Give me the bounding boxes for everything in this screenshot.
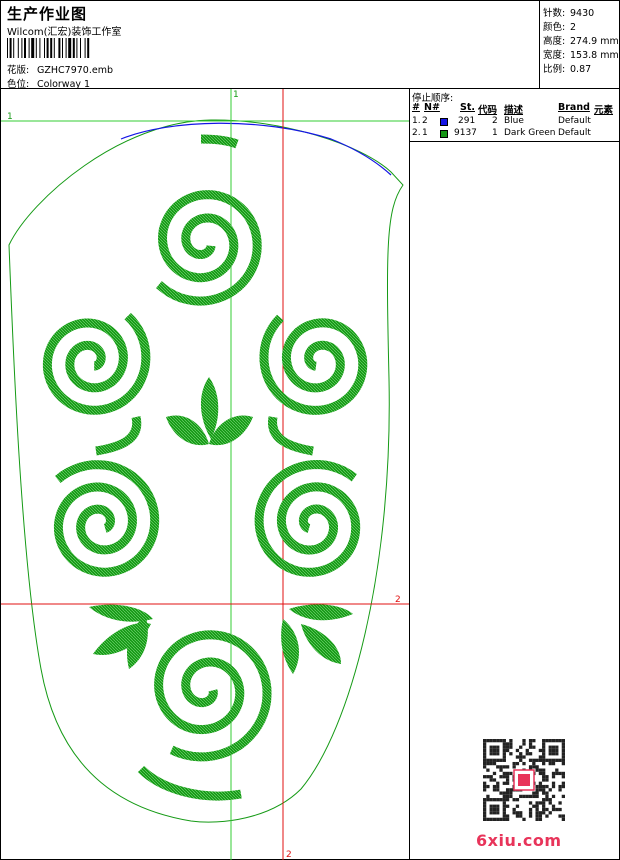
stat-height: 高度: 274.9 mm [543, 36, 619, 47]
guide-label-v2: 2 [286, 850, 292, 860]
tail-top-start [200, 134, 239, 149]
leaf-lower-right-a [289, 604, 353, 621]
tail-bottom-end [137, 765, 242, 801]
design-file-value: GZHC7970.emb [37, 65, 113, 76]
tail-left-join [95, 416, 142, 456]
header-info: 生产作业图 Wilcom(汇宏)装饰工作室 花版: GZHC7970.emb 色位… [1, 1, 540, 90]
guide-label-h1: 1 [7, 112, 13, 122]
color-swatch [440, 130, 448, 138]
stop-sequence-header: # N# St. 代码 描述 Brand 元素 [412, 102, 614, 116]
design-file-row: 花版: GZHC7970.emb [7, 62, 113, 76]
design-preview[interactable]: 1 1 2 2 [1, 89, 410, 860]
leaf-center-left [166, 415, 209, 446]
leaf-lower-left-c [126, 617, 148, 669]
leaf-lower-right-c [281, 619, 299, 674]
company-name: Wilcom(汇宏)装饰工作室 [7, 27, 122, 38]
color-swatch [440, 118, 448, 126]
watermark-text: 6xiu.com [476, 831, 562, 850]
stat-colors: 颜色: 2 [543, 22, 577, 33]
panel-divider [410, 141, 620, 142]
stat-stitches: 针数: 9430 [543, 8, 595, 19]
spiral-lower-right [254, 459, 361, 577]
spiral-mid-right [259, 314, 368, 415]
sheet-title: 生产作业图 [7, 5, 88, 23]
spiral-mid-left [42, 312, 151, 415]
stat-scale: 比例: 0.87 [543, 64, 592, 75]
spiral-top [156, 190, 262, 306]
production-sheet: 生产作业图 Wilcom(汇宏)装饰工作室 花版: GZHC7970.emb 色位… [0, 0, 620, 860]
barcode-icon [7, 38, 90, 58]
colorway-label: 色位: [7, 79, 30, 90]
embroidery-canvas: 1 1 2 2 [1, 89, 409, 860]
guide-label-v1: 1 [233, 90, 239, 100]
colorway-row: 色位: Colorway 1 [7, 76, 90, 90]
guide-label-h2: 2 [395, 595, 401, 605]
tail-right-join [268, 416, 314, 456]
design-file-label: 花版: [7, 65, 30, 76]
leaf-center [200, 377, 219, 439]
leaf-lower-right-b [301, 624, 341, 664]
stats-box: 针数: 9430 颜色: 2 高度: 274.9 mm 宽度: 153.8 mm 比例:… [540, 1, 620, 89]
table-row[interactable]: 2. 1 9137 1 Dark Green Default [410, 128, 620, 140]
spiral-lower-left [53, 460, 160, 577]
qr-code-icon[interactable] [483, 739, 565, 821]
table-row[interactable]: 1. 2 291 2 Blue Default [410, 116, 620, 128]
spiral-motifs [42, 134, 368, 801]
blue-outline-top [120, 122, 392, 176]
stop-sequence-panel: 停止顺序: # N# St. 代码 描述 Brand 元素 1. 2 291 2… [410, 89, 620, 860]
stat-width: 宽度: 153.8 mm [543, 50, 619, 61]
spiral-bottom [154, 630, 272, 762]
